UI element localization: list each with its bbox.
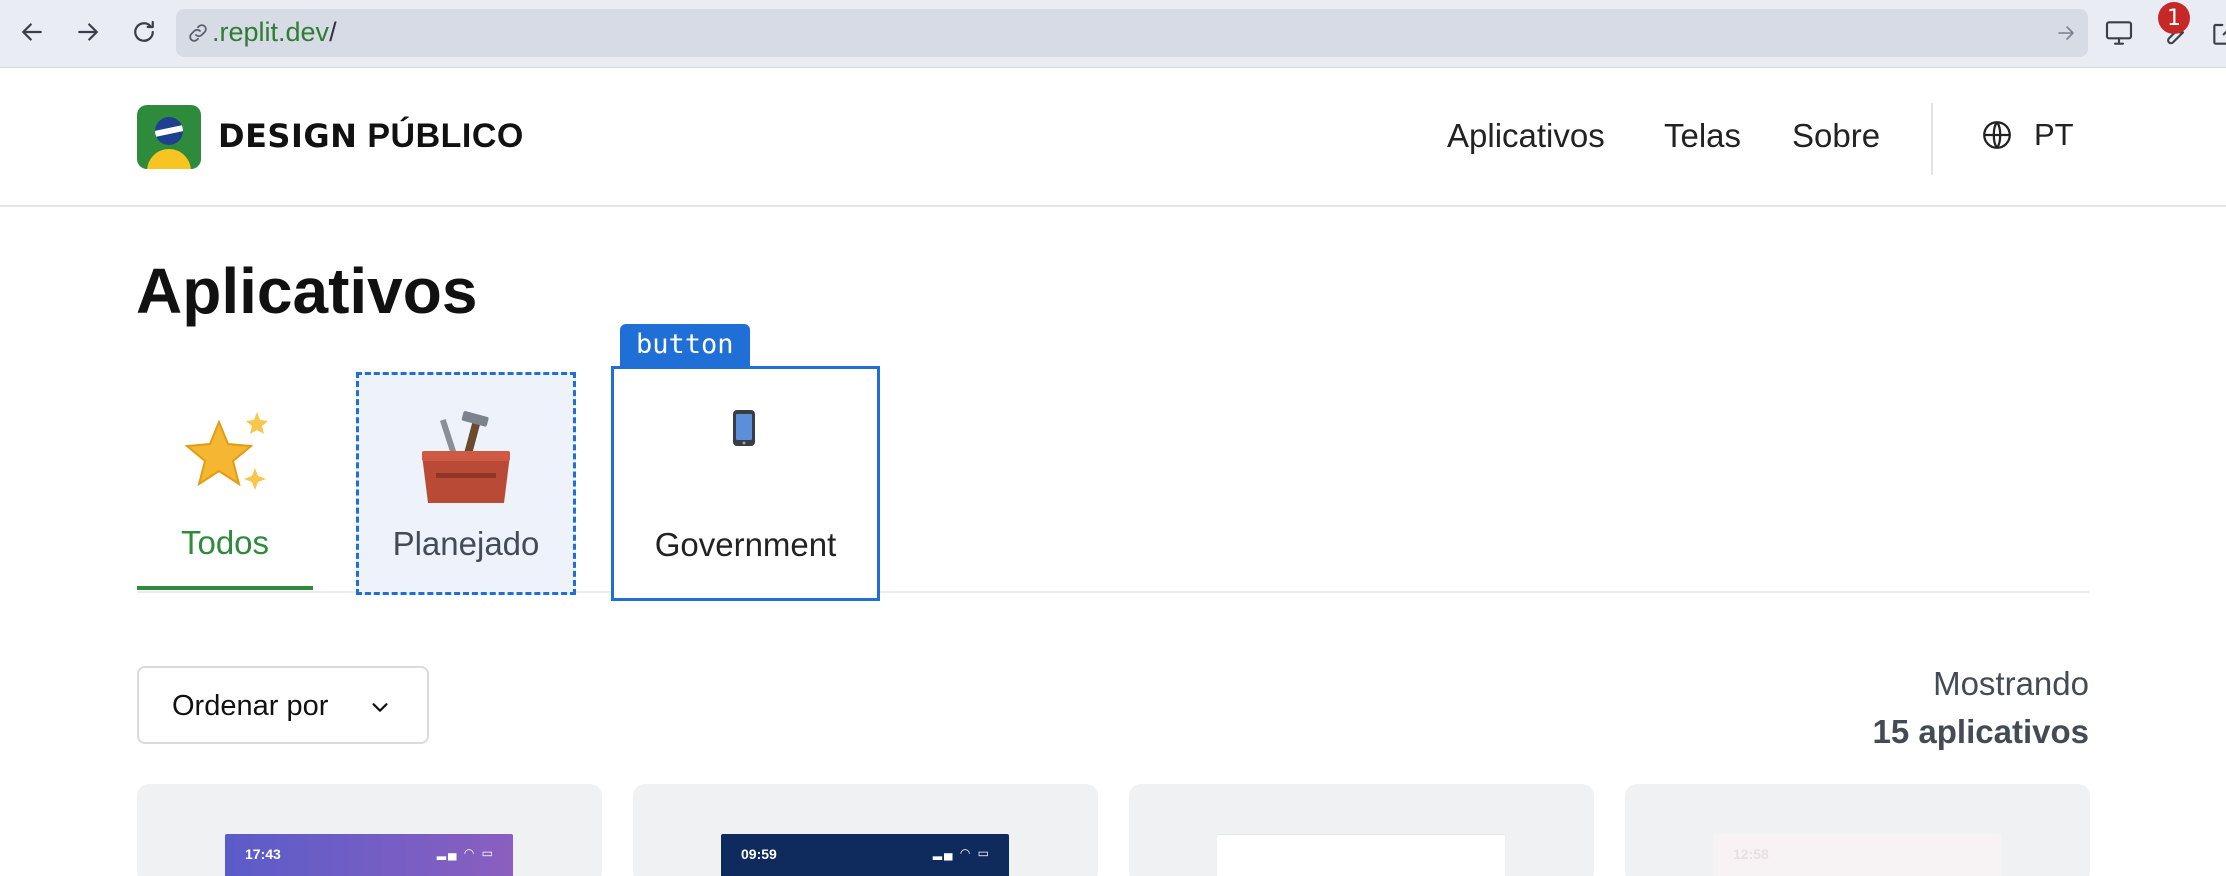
app-card-time: 17:43 bbox=[245, 846, 281, 862]
browser-toolbar: .replit.dev/ 1 bbox=[0, 0, 2226, 68]
app-card-screenshot: 09:59 ▂▄ ◠ ▭ bbox=[721, 834, 1009, 876]
results-count-value: 15 aplicativos bbox=[1872, 713, 2089, 750]
app-card-time: 09:59 bbox=[741, 846, 777, 862]
mobile-phone-icon bbox=[733, 410, 755, 446]
go-arrow-icon[interactable] bbox=[2054, 21, 2078, 45]
open-external-button[interactable] bbox=[2206, 14, 2226, 52]
url-path: / bbox=[329, 17, 337, 47]
reload-icon bbox=[134, 20, 154, 42]
page-title: Aplicativos bbox=[136, 255, 478, 327]
app-card[interactable]: 12:58 bbox=[1625, 784, 2090, 876]
app-card[interactable]: 09:59 ▂▄ ◠ ▭ bbox=[633, 784, 1098, 876]
devices-button[interactable] bbox=[2100, 14, 2138, 52]
logo-globe-shape bbox=[155, 117, 183, 145]
tab-government-label: Government bbox=[654, 526, 837, 563]
app-card-screenshot: 12:58 bbox=[1713, 834, 2001, 876]
arrow-left-icon bbox=[22, 23, 42, 41]
brand-bold: DESIGN bbox=[218, 117, 358, 155]
results-count: Mostrando 15 aplicativos bbox=[1873, 660, 2089, 756]
nav-telas[interactable]: Telas bbox=[1664, 117, 1741, 155]
back-button[interactable] bbox=[14, 14, 50, 50]
sort-dropdown[interactable]: Ordenar por bbox=[137, 666, 429, 744]
results-count-prefix: Mostrando bbox=[1933, 665, 2089, 702]
status-bar-icons: ▂▄ ◠ ▭ bbox=[436, 846, 495, 860]
app-card[interactable]: 17:43 ▂▄ ◠ ▭ bbox=[137, 784, 602, 876]
app-card[interactable] bbox=[1129, 784, 1594, 876]
globe-icon bbox=[1983, 121, 2011, 149]
app-card-screenshot bbox=[1217, 834, 1505, 876]
status-bar-icons: ▂▄ ◠ ▭ bbox=[932, 846, 991, 860]
logo-sun-shape bbox=[147, 149, 191, 169]
tab-todos[interactable]: Todos bbox=[137, 396, 313, 592]
toolbox-icon bbox=[422, 411, 510, 503]
header-divider bbox=[1931, 103, 1933, 175]
sort-label: Ordenar por bbox=[172, 690, 329, 722]
site-header: DESIGN PÚBLICO Aplicativos Telas Sobre P… bbox=[0, 69, 2226, 207]
active-tab-indicator bbox=[137, 586, 313, 590]
tab-planejado-label: Planejado bbox=[392, 525, 540, 562]
url-text: .replit.dev/ bbox=[212, 17, 337, 48]
brand-light: PÚBLICO bbox=[367, 117, 524, 155]
language-selector[interactable]: PT bbox=[1980, 117, 2074, 153]
tab-todos-label: Todos bbox=[180, 524, 270, 561]
notification-badge: 1 bbox=[2158, 2, 2190, 34]
external-link-icon bbox=[2213, 23, 2226, 45]
app-card-time: 12:58 bbox=[1733, 846, 1769, 862]
reload-button[interactable] bbox=[126, 14, 162, 50]
nav-aplicativos[interactable]: Aplicativos bbox=[1447, 117, 1605, 155]
logo[interactable] bbox=[137, 105, 201, 169]
app-card-screenshot: 17:43 ▂▄ ◠ ▭ bbox=[225, 834, 513, 876]
nav-sobre[interactable]: Sobre bbox=[1792, 117, 1880, 155]
link-icon bbox=[189, 24, 207, 42]
address-bar[interactable]: .replit.dev/ bbox=[176, 9, 2088, 57]
monitor-icon bbox=[2105, 21, 2133, 45]
forward-button[interactable] bbox=[70, 14, 106, 50]
tab-government[interactable]: Government bbox=[611, 366, 880, 601]
arrow-right-icon bbox=[78, 23, 98, 41]
language-label: PT bbox=[2034, 117, 2074, 152]
url-host: .replit.dev bbox=[212, 17, 330, 47]
brand-name[interactable]: DESIGN PÚBLICO bbox=[218, 117, 524, 156]
chevron-down-icon bbox=[372, 703, 388, 712]
sparkling-star-icon bbox=[184, 412, 268, 490]
tab-planejado[interactable]: Planejado bbox=[356, 372, 576, 595]
element-type-tag: button bbox=[620, 324, 750, 366]
